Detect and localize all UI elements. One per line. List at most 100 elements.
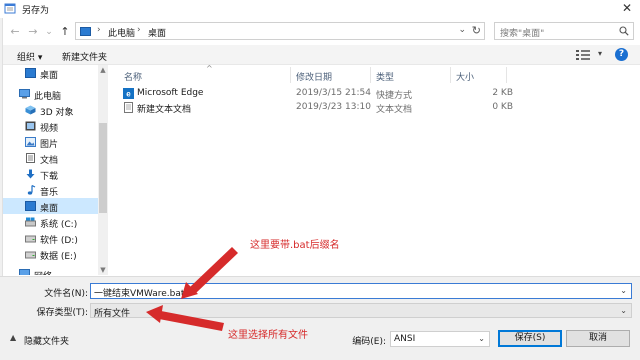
chevron-down-icon[interactable]: ⌄ <box>620 306 627 315</box>
system-drive-icon <box>25 217 36 227</box>
sidebar-item-label: 文档 <box>40 156 59 166</box>
sidebar-item-label: 3D 对象 <box>40 108 74 118</box>
address-bar[interactable]: › 此电脑 › 桌面 ⌄ ↻ <box>75 22 485 40</box>
recent-locations-icon[interactable]: ⌄ <box>42 25 56 39</box>
file-row[interactable]: e Microsoft Edge 2019/3/15 21:54 快捷方式 2 … <box>120 87 520 101</box>
title-bar: 另存为 ✕ <box>0 0 640 18</box>
monitor-icon <box>80 27 91 36</box>
svg-text:e: e <box>126 90 131 99</box>
sidebar-item-videos[interactable]: 视频 <box>3 118 99 134</box>
file-type: 文本文档 <box>376 105 413 115</box>
sidebar-item-this-pc[interactable]: 此电脑 <box>3 86 99 102</box>
drive-icon <box>25 235 36 243</box>
view-options-icon[interactable] <box>576 49 590 60</box>
sidebar-item-label: 数据 (E:) <box>40 252 77 262</box>
chevron-down-icon[interactable]: ⌄ <box>620 286 627 295</box>
desktop-icon <box>25 68 36 78</box>
file-name[interactable]: 新建文本文档 <box>137 102 191 115</box>
encoding-select[interactable]: ANSI ⌄ <box>390 331 490 347</box>
sidebar-item-pictures[interactable]: 图片 <box>3 134 99 150</box>
sidebar-item-desktop-quick[interactable]: 桌面 <box>3 65 99 81</box>
sidebar-item-downloads[interactable]: 下载 <box>3 166 99 182</box>
view-dropdown-icon[interactable]: ▾ <box>598 49 602 58</box>
hide-folders-toggle[interactable]: 隐藏文件夹 <box>24 334 69 347</box>
sidebar-item-label: 此电脑 <box>34 92 62 102</box>
breadcrumb-this-pc[interactable]: 此电脑 <box>108 26 135 39</box>
file-list: 名称 ^ 修改日期 类型 大小 e Microsoft Edge 2019/3/… <box>110 64 640 275</box>
sidebar-item-3d-objects[interactable]: 3D 对象 <box>3 102 99 118</box>
sidebar-item-music[interactable]: 音乐 <box>3 182 99 198</box>
file-modified: 2019/3/15 21:54 <box>296 88 371 98</box>
file-size: 0 KB <box>492 102 513 112</box>
pictures-icon <box>25 137 36 147</box>
help-icon[interactable]: ? <box>615 48 628 61</box>
close-icon[interactable]: ✕ <box>620 1 634 15</box>
up-arrow-icon[interactable]: ↑ <box>58 25 72 39</box>
column-header-type[interactable]: 类型 <box>376 70 394 83</box>
column-header-name[interactable]: 名称 <box>124 70 142 83</box>
chevron-down-icon[interactable]: ⌄ <box>478 334 485 343</box>
sort-ascending-icon: ^ <box>206 64 213 73</box>
breadcrumb-separator[interactable]: › <box>97 25 101 35</box>
sidebar-item-drive-c[interactable]: 系统 (C:) <box>3 214 99 230</box>
annotation-bat-extension: 这里要带.bat后缀名 <box>250 240 340 251</box>
filetype-value[interactable]: 所有文件 <box>94 306 130 319</box>
file-modified: 2019/3/23 13:10 <box>296 102 371 112</box>
sidebar-item-desktop[interactable]: 桌面 <box>3 198 99 214</box>
sidebar-item-drive-d[interactable]: 软件 (D:) <box>3 230 99 246</box>
sidebar-item-label: 桌面 <box>40 204 59 214</box>
forward-arrow-icon[interactable]: → <box>26 25 40 39</box>
breadcrumb-separator[interactable]: › <box>137 25 141 35</box>
encoding-label: 编码(E): <box>352 337 386 347</box>
annotation-all-files: 这里选择所有文件 <box>228 330 308 341</box>
network-icon <box>19 269 30 275</box>
breadcrumb-desktop[interactable]: 桌面 <box>148 26 166 39</box>
column-header-size[interactable]: 大小 <box>456 70 474 83</box>
sidebar-item-label: 图片 <box>40 140 59 150</box>
sidebar-item-drive-e[interactable]: 数据 (E:) <box>3 246 99 262</box>
column-divider[interactable] <box>290 67 291 83</box>
file-type: 快捷方式 <box>376 91 413 101</box>
sidebar-item-documents[interactable]: 文档 <box>3 150 99 166</box>
organize-button[interactable]: 组织 ▾ <box>17 50 42 63</box>
sidebar-item-label: 桌面 <box>40 71 59 81</box>
chevron-down-icon[interactable]: ⌄ <box>458 25 466 35</box>
notepad-icon <box>4 3 16 14</box>
scrollbar-thumb[interactable] <box>99 123 107 213</box>
search-icon <box>619 26 629 36</box>
column-divider[interactable] <box>450 67 451 83</box>
edge-shortcut-icon: e <box>123 88 134 99</box>
refresh-icon[interactable]: ↻ <box>472 24 481 37</box>
filename-input[interactable]: 一键结束VMWare.bat ⌄ <box>90 283 632 299</box>
save-button[interactable]: 保存(S) <box>498 330 562 347</box>
sidebar-item-network[interactable]: 网络 <box>3 266 99 275</box>
text-file-icon <box>124 102 133 113</box>
new-folder-button[interactable]: 新建文件夹 <box>62 50 107 63</box>
column-divider[interactable] <box>370 67 371 83</box>
cancel-button[interactable]: 取消 <box>566 330 630 347</box>
save-as-dialog: 另存为 ✕ ← → ⌄ ↑ › 此电脑 › 桌面 ⌄ ↻ 搜索"桌面" 组织 ▾… <box>0 0 640 360</box>
sidebar-item-label: 软件 (D:) <box>40 236 78 246</box>
scroll-up-icon[interactable]: ▲ <box>98 65 108 75</box>
encoding-value[interactable]: ANSI <box>394 334 415 344</box>
file-row[interactable]: 新建文本文档 2019/3/23 13:10 文本文档 0 KB <box>120 101 520 115</box>
search-box[interactable]: 搜索"桌面" <box>494 22 634 40</box>
desktop-icon <box>25 201 36 211</box>
collapse-icon[interactable]: ▲ <box>10 333 16 342</box>
drive-icon <box>25 251 36 259</box>
window-title: 另存为 <box>22 6 50 16</box>
video-icon <box>25 121 36 131</box>
command-toolbar: 组织 ▾ 新建文件夹 ▾ ? <box>3 45 640 65</box>
scroll-down-icon[interactable]: ▼ <box>98 265 108 275</box>
column-divider[interactable] <box>506 67 507 83</box>
back-arrow-icon[interactable]: ← <box>8 25 22 39</box>
filename-value[interactable]: 一键结束VMWare.bat <box>94 286 184 299</box>
file-name[interactable]: Microsoft Edge <box>137 88 203 98</box>
documents-icon <box>26 153 35 163</box>
column-header-modified[interactable]: 修改日期 <box>296 70 332 83</box>
filetype-select[interactable]: 所有文件 ⌄ <box>90 303 632 319</box>
sidebar-scrollbar[interactable]: ▲ ▼ <box>98 65 108 275</box>
computer-icon <box>19 89 30 99</box>
file-size: 2 KB <box>492 88 513 98</box>
sidebar-item-label: 网络 <box>34 269 52 275</box>
